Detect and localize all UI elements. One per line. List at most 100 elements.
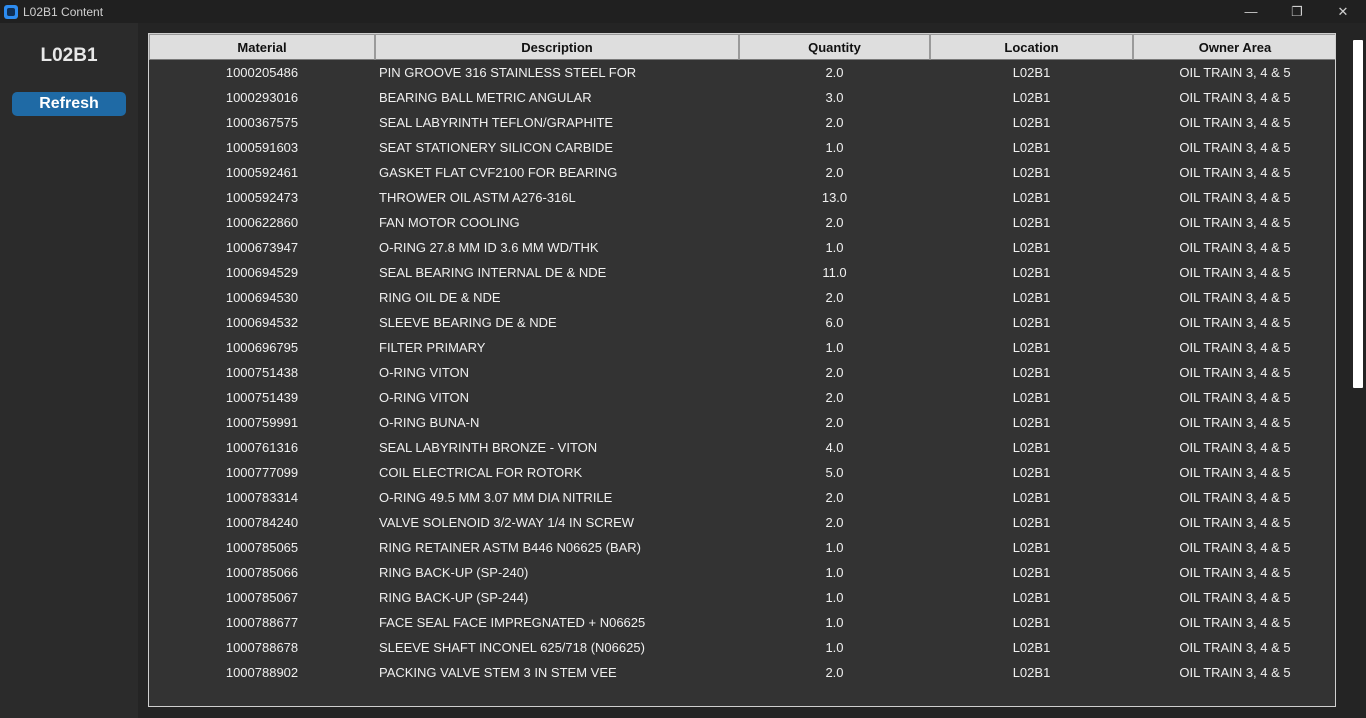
cell-owner-area: OIL TRAIN 3, 4 & 5	[1179, 640, 1291, 655]
table-row[interactable]: 1000751439 O-RING VITON 2.0 L02B1 OIL TRAIN …	[149, 385, 1335, 410]
table-row[interactable]: 1000591603 SEAT STATIONERY SILICON CARBID…	[149, 135, 1335, 160]
cell-owner-area: OIL TRAIN 3, 4 & 5	[1179, 565, 1291, 580]
cell-owner-area: OIL TRAIN 3, 4 & 5	[1179, 465, 1291, 480]
cell-material: 1000785066	[225, 565, 299, 580]
cell-location: L02B1	[1012, 265, 1051, 280]
table-row[interactable]: 1000694529 SEAL BEARING INTERNAL DE & NDE…	[149, 260, 1335, 285]
cell-location: L02B1	[1012, 340, 1051, 355]
cell-description: O-RING 49.5 MM 3.07 MM DIA NITRILE	[379, 490, 613, 505]
cell-material: 1000788677	[225, 615, 299, 630]
table-row[interactable]: 1000788902 PACKING VALVE STEM 3 IN STEM V…	[149, 660, 1335, 685]
cell-owner-area: OIL TRAIN 3, 4 & 5	[1179, 390, 1291, 405]
cell-material: 1000785067	[225, 590, 299, 605]
cell-quantity: 2.0	[825, 390, 844, 405]
cell-location: L02B1	[1012, 215, 1051, 230]
cell-description: FAN MOTOR COOLING	[379, 215, 520, 230]
cell-location: L02B1	[1012, 140, 1051, 155]
cell-owner-area: OIL TRAIN 3, 4 & 5	[1179, 90, 1291, 105]
cell-quantity: 1.0	[825, 240, 844, 255]
cell-quantity: 2.0	[825, 515, 844, 530]
cell-owner-area: OIL TRAIN 3, 4 & 5	[1179, 140, 1291, 155]
cell-location: L02B1	[1012, 590, 1051, 605]
scrollbar-thumb[interactable]	[1353, 40, 1363, 388]
cell-quantity: 6.0	[825, 315, 844, 330]
table-row[interactable]: 1000783314 O-RING 49.5 MM 3.07 MM DIA NIT…	[149, 485, 1335, 510]
cell-quantity: 1.0	[825, 640, 844, 655]
cell-description: PIN GROOVE 316 STAINLESS STEEL FOR	[379, 65, 637, 80]
cell-location: L02B1	[1012, 565, 1051, 580]
cell-location: L02B1	[1012, 315, 1051, 330]
table-row[interactable]: 1000622860 FAN MOTOR COOLING 2.0 L02B1 OIL T…	[149, 210, 1335, 235]
cell-quantity: 1.0	[825, 615, 844, 630]
cell-location: L02B1	[1012, 90, 1051, 105]
table-header: Material Description Quantity Location O…	[149, 34, 1335, 60]
close-icon[interactable]: ✕	[1320, 0, 1366, 23]
table-row[interactable]: 1000293016 BEARING BALL METRIC ANGULAR 3.0…	[149, 85, 1335, 110]
cell-owner-area: OIL TRAIN 3, 4 & 5	[1179, 490, 1291, 505]
table-row[interactable]: 1000784240 VALVE SOLENOID 3/2-WAY 1/4 IN …	[149, 510, 1335, 535]
scrollbar[interactable]	[1352, 40, 1366, 390]
cell-description: THROWER OIL ASTM A276-316L	[379, 190, 576, 205]
table-row[interactable]: 1000788677 FACE SEAL FACE IMPREGNATED + N…	[149, 610, 1335, 635]
column-header-location[interactable]: Location	[930, 34, 1133, 60]
table-row[interactable]: 1000785066 RING BACK-UP (SP-240) 1.0 L02B1 O…	[149, 560, 1335, 585]
restore-icon[interactable]: ❐	[1274, 0, 1320, 23]
cell-quantity: 2.0	[825, 165, 844, 180]
cell-quantity: 4.0	[825, 440, 844, 455]
cell-owner-area: OIL TRAIN 3, 4 & 5	[1179, 340, 1291, 355]
cell-material: 1000592473	[225, 190, 299, 205]
table-row[interactable]: 1000788678 SLEEVE SHAFT INCONEL 625/718 (…	[149, 635, 1335, 660]
cell-material: 1000788902	[225, 665, 299, 680]
cell-owner-area: OIL TRAIN 3, 4 & 5	[1179, 315, 1291, 330]
column-header-owner-area[interactable]: Owner Area	[1133, 34, 1335, 60]
cell-quantity: 2.0	[825, 415, 844, 430]
cell-material: 1000788678	[225, 640, 299, 655]
cell-material: 1000696795	[225, 340, 299, 355]
cell-description: RING RETAINER ASTM B446 N06625 (BAR)	[379, 540, 642, 555]
cell-owner-area: OIL TRAIN 3, 4 & 5	[1179, 165, 1291, 180]
table-row[interactable]: 1000694530 RING OIL DE & NDE 2.0 L02B1 OIL T…	[149, 285, 1335, 310]
cell-location: L02B1	[1012, 615, 1051, 630]
cell-location: L02B1	[1012, 65, 1051, 80]
table-row[interactable]: 1000751438 O-RING VITON 2.0 L02B1 OIL TRAIN …	[149, 360, 1335, 385]
cell-description: SEAT STATIONERY SILICON CARBIDE	[379, 140, 614, 155]
cell-quantity: 1.0	[825, 565, 844, 580]
table-row[interactable]: 1000777099 COIL ELECTRICAL FOR ROTORK 5.0 L…	[149, 460, 1335, 485]
table-row[interactable]: 1000696795 FILTER PRIMARY 1.0 L02B1 OIL TRAI…	[149, 335, 1335, 360]
cell-description: FACE SEAL FACE IMPREGNATED + N06625	[379, 615, 646, 630]
cell-description: VALVE SOLENOID 3/2-WAY 1/4 IN SCREW	[379, 515, 635, 530]
minimize-icon[interactable]: —	[1228, 0, 1274, 23]
cell-quantity: 1.0	[825, 340, 844, 355]
cell-quantity: 2.0	[825, 115, 844, 130]
table-row[interactable]: 1000205486 PIN GROOVE 316 STAINLESS STEEL…	[149, 60, 1335, 85]
cell-location: L02B1	[1012, 465, 1051, 480]
table-row[interactable]: 1000694532 SLEEVE BEARING DE & NDE 6.0 L02B…	[149, 310, 1335, 335]
cell-description: PACKING VALVE STEM 3 IN STEM VEE	[379, 665, 617, 680]
column-header-quantity[interactable]: Quantity	[739, 34, 930, 60]
cell-owner-area: OIL TRAIN 3, 4 & 5	[1179, 540, 1291, 555]
table-row[interactable]: 1000785067 RING BACK-UP (SP-244) 1.0 L02B1 O…	[149, 585, 1335, 610]
cell-material: 1000751439	[225, 390, 299, 405]
cell-quantity: 1.0	[825, 540, 844, 555]
column-header-material[interactable]: Material	[149, 34, 375, 60]
refresh-button[interactable]: Refresh	[12, 92, 126, 116]
cell-quantity: 2.0	[825, 365, 844, 380]
title-bar: L02B1 Content — ❐ ✕	[0, 0, 1366, 23]
table-row[interactable]: 1000592461 GASKET FLAT CVF2100 FOR BEARIN…	[149, 160, 1335, 185]
table-row[interactable]: 1000367575 SEAL LABYRINTH TEFLON/GRAPHITE…	[149, 110, 1335, 135]
column-header-description[interactable]: Description	[375, 34, 739, 60]
table-row[interactable]: 1000785065 RING RETAINER ASTM B446 N06625…	[149, 535, 1335, 560]
cell-material: 1000694530	[225, 290, 299, 305]
cell-location: L02B1	[1012, 415, 1051, 430]
cell-description: BEARING BALL METRIC ANGULAR	[379, 90, 592, 105]
table-row[interactable]: 1000759991 O-RING BUNA-N 2.0 L02B1 OIL TRAIN…	[149, 410, 1335, 435]
cell-location: L02B1	[1012, 390, 1051, 405]
cell-material: 1000759991	[225, 415, 299, 430]
table-row[interactable]: 1000592473 THROWER OIL ASTM A276-316L 13.0…	[149, 185, 1335, 210]
cell-owner-area: OIL TRAIN 3, 4 & 5	[1179, 615, 1291, 630]
table-row[interactable]: 1000673947 O-RING 27.8 MM ID 3.6 MM WD/TH…	[149, 235, 1335, 260]
table-row[interactable]: 1000761316 SEAL LABYRINTH BRONZE - VITON 4…	[149, 435, 1335, 460]
cell-description: FILTER PRIMARY	[379, 340, 486, 355]
cell-owner-area: OIL TRAIN 3, 4 & 5	[1179, 240, 1291, 255]
cell-location: L02B1	[1012, 515, 1051, 530]
